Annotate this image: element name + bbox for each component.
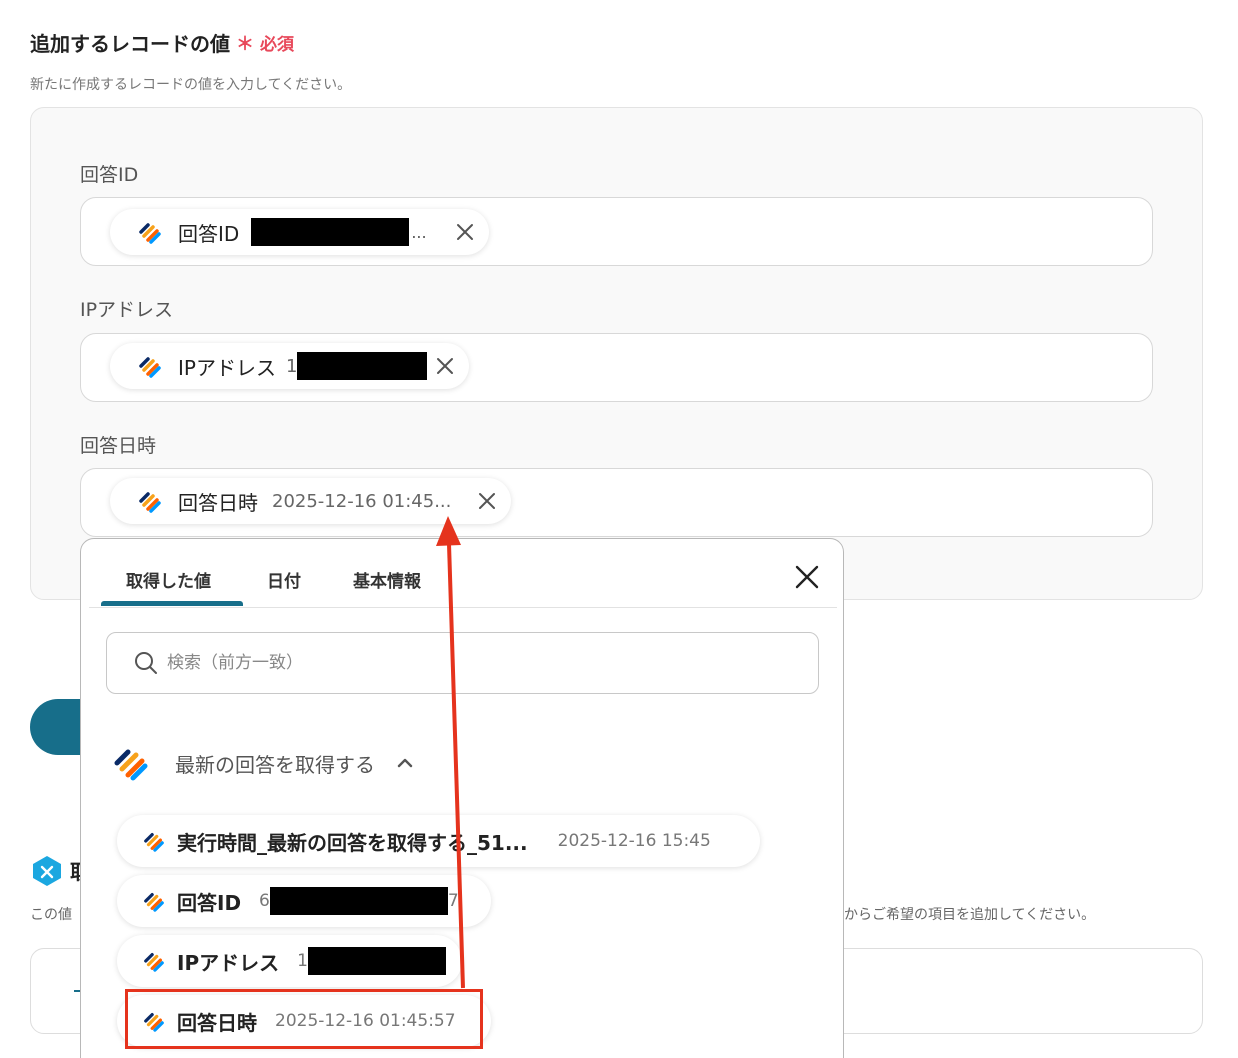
option-ip-address[interactable]: IPアドレス 1 <box>117 935 462 987</box>
section-title-text: 追加するレコードの値 <box>30 32 230 56</box>
tab-date[interactable]: 日付 <box>267 567 301 592</box>
required-label: 必須 <box>260 35 294 55</box>
search-field[interactable] <box>106 632 819 694</box>
group-header-latest-answer[interactable]: 最新の回答を取得する <box>113 745 415 781</box>
jotform-logo-icon <box>144 832 164 852</box>
jotform-logo-icon <box>144 952 164 972</box>
redacted-value <box>297 352 428 380</box>
section-description: 新たに作成するレコードの値を入力してください。 <box>30 77 352 93</box>
chip-ip-address[interactable]: IPアドレス 1 <box>110 343 469 389</box>
redacted-value <box>307 947 446 975</box>
option-execution-time[interactable]: 実行時間_最新の回答を取得する_51... 2025-12-16 15:45 <box>117 815 760 867</box>
chip-name: 回答ID <box>178 221 240 246</box>
chevron-up-icon[interactable] <box>395 753 415 773</box>
field-label-answer-id: 回答ID <box>80 164 139 186</box>
option-value: 2025-12-16 15:45 <box>557 831 711 851</box>
annotation-highlight-box <box>125 989 483 1049</box>
chip-value-prefix: 1 <box>285 355 298 377</box>
search-icon <box>135 652 157 674</box>
option-name: IPアドレス <box>177 950 280 975</box>
chip-value: 2025-12-16 01:45... <box>272 490 452 512</box>
value-picker-dropdown: 取得した値 日付 基本情報 最新の回答を取得する 実行時 <box>80 538 844 1058</box>
tab-divider <box>89 607 837 608</box>
chip-answer-datetime[interactable]: 回答日時 2025-12-16 01:45... <box>110 478 511 524</box>
section-desc-partial-right: からご希望の項目を追加してください。 <box>844 907 1096 923</box>
option-name: 回答ID <box>177 890 242 915</box>
jotform-logo-icon <box>139 357 161 378</box>
jotform-logo-icon <box>139 223 161 244</box>
redacted-value <box>269 887 448 915</box>
chip-answer-id[interactable]: 回答ID ... <box>110 209 489 255</box>
tab-basic-info[interactable]: 基本情報 <box>353 567 421 592</box>
chip-ellipsis: ... <box>411 222 427 242</box>
option-value-prefix: 6 <box>259 891 270 911</box>
yoom-hexagon-icon <box>33 856 61 886</box>
redacted-value <box>251 218 410 246</box>
chip-name: 回答日時 <box>178 490 258 515</box>
search-input[interactable] <box>167 653 818 673</box>
option-name: 実行時間_最新の回答を取得する_51... <box>177 830 528 855</box>
close-icon[interactable] <box>434 355 456 377</box>
section-title: 追加するレコードの値 ＊ 必須 <box>30 28 294 57</box>
group-name: 最新の回答を取得する <box>175 752 375 777</box>
jotform-logo-icon <box>139 492 161 513</box>
jotform-logo-icon <box>144 892 164 912</box>
close-icon[interactable] <box>454 221 476 243</box>
tab-acquired-values[interactable]: 取得した値 <box>126 567 211 592</box>
option-answer-id[interactable]: 回答ID 6 7 <box>117 875 491 927</box>
option-value-prefix: 1 <box>297 951 308 971</box>
close-icon[interactable] <box>476 490 498 512</box>
active-tab-indicator <box>101 601 243 606</box>
required-mark: ＊ <box>236 33 254 55</box>
section-desc-partial-left: この値 <box>30 907 72 923</box>
field-label-answer-datetime: 回答日時 <box>80 435 157 457</box>
chip-name: IPアドレス <box>178 355 276 380</box>
jotform-logo-icon <box>114 749 148 781</box>
option-value-suffix: 7 <box>447 891 459 911</box>
field-label-ip-address: IPアドレス <box>80 299 174 321</box>
close-icon[interactable] <box>793 563 821 591</box>
